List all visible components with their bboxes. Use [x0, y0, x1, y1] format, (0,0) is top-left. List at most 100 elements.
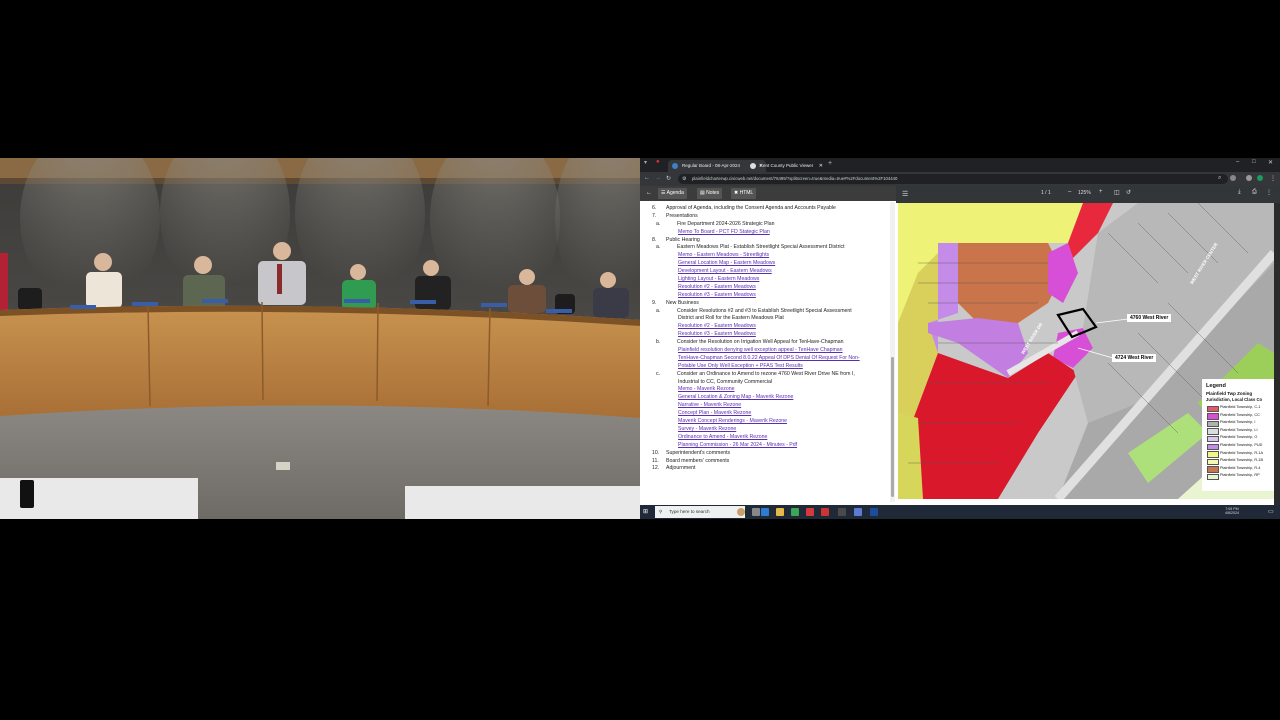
new-tab-button[interactable]: +	[828, 160, 832, 167]
maximize-icon[interactable]: □	[1252, 159, 1256, 165]
agenda-link[interactable]: Survey - Maverik Rezone	[652, 426, 888, 434]
agenda-item: a. Fire Department 2024-2026 Strategic Pl…	[652, 221, 888, 229]
tab-search-icon[interactable]: ▾	[644, 159, 647, 166]
notes-button[interactable]: ▤ Notes	[697, 188, 723, 199]
agenda-link-text[interactable]: Resolution #3 - Eastern Meadows	[678, 331, 756, 339]
agenda-link[interactable]: General Location Map - Eastern Meadows	[652, 260, 888, 268]
pdf-toolbar: ☰ 1 / 1 – 125% + ◫ ↺ ⤓ ⎙ ⋮	[896, 186, 1280, 203]
agenda-link[interactable]: TenHave-Chapman Second 8.0.22 Appeal Of …	[652, 355, 888, 363]
agenda-link[interactable]: Maverik Concept Renderings - Maverik Rez…	[652, 418, 888, 426]
more-icon[interactable]: ⋮	[1266, 189, 1272, 196]
agenda-link-text[interactable]: TenHave-Chapman Second 8.0.22 Appeal Of …	[678, 355, 860, 363]
agenda-link[interactable]: Memo To Board - PCT FD Stategic Plan	[652, 229, 888, 237]
legend-items: Plainfield Township, C-1 Plainfield Towns…	[1202, 404, 1274, 481]
agenda-link-text[interactable]: Memo - Maverik Rezone	[678, 386, 735, 394]
document-scrollbar[interactable]	[890, 202, 895, 502]
reload-icon[interactable]: ↻	[666, 175, 671, 182]
system-clock[interactable]: 7:05 PM 4/8/2024	[1225, 507, 1239, 516]
agenda-link[interactable]: Memo - Maverik Rezone	[652, 386, 888, 394]
agenda-link[interactable]: Ordinance to Amend - Maverik Rezone	[652, 434, 888, 442]
agenda-link[interactable]: Potable Use Only Well Exception + PFAS T…	[652, 363, 888, 371]
app-icon[interactable]	[821, 508, 829, 516]
profile-avatar[interactable]	[1257, 175, 1263, 181]
minimize-icon[interactable]: –	[1236, 159, 1239, 165]
rotate-icon[interactable]: ↺	[1126, 189, 1131, 196]
chrome-icon[interactable]	[791, 508, 799, 516]
agenda-link[interactable]: Resolution #3 - Eastern Meadows	[652, 292, 888, 300]
notification-icon[interactable]: ▭	[1268, 508, 1274, 515]
task-view-icon[interactable]	[752, 508, 760, 516]
fit-page-icon[interactable]: ◫	[1114, 189, 1120, 196]
app-icon[interactable]	[838, 508, 846, 516]
agenda-button[interactable]: ☰ Agenda	[658, 188, 687, 199]
pdf-scrollbar[interactable]	[1274, 203, 1280, 505]
teams-icon[interactable]	[854, 508, 862, 516]
browser-tab-bar: ▾ ● Regular Board - 08-Apr-2024 ✕ Kent C…	[640, 158, 1280, 172]
agenda-link[interactable]: Development Layout - Eastern Meadows	[652, 268, 888, 276]
agenda-link-text[interactable]: Concept Plan - Maverik Rezone	[678, 410, 751, 418]
agenda-link-text[interactable]: Survey - Maverik Rezone	[678, 426, 736, 434]
file-explorer-icon[interactable]	[776, 508, 784, 516]
back-icon[interactable]: ←	[644, 175, 650, 181]
legend-label: Plainfield Township, RP	[1220, 473, 1260, 478]
acrobat-icon[interactable]	[806, 508, 814, 516]
agenda-item: 8. Public Hearing	[652, 237, 888, 245]
scrollbar-thumb[interactable]	[891, 357, 894, 497]
agenda-link-text[interactable]: Plainfield resolution denying well excep…	[678, 347, 843, 355]
agenda-link-text[interactable]: Planning Commission - 26 Mar 2024 - Minu…	[678, 442, 797, 450]
agenda-link-text[interactable]: Ordinance to Amend - Maverik Rezone	[678, 434, 767, 442]
agenda-link-text[interactable]: Memo - Eastern Meadows - Streetlights	[678, 252, 769, 260]
zoom-in-icon[interactable]: +	[1099, 189, 1103, 195]
legend-label: Plainfield Township, LI	[1220, 427, 1258, 432]
word-icon[interactable]	[870, 508, 878, 516]
agenda-link-text[interactable]: Narrative - Maverik Rezone	[678, 402, 741, 410]
back-arrow-icon[interactable]: ←	[643, 188, 655, 199]
agenda-link[interactable]: Memo - Eastern Meadows - Streetlights	[652, 252, 888, 260]
agenda-item-text: District and Roll for the Eastern Meadow…	[678, 315, 784, 322]
agenda-link-text[interactable]: Resolution #2 - Eastern Meadows	[678, 323, 756, 331]
agenda-link-text[interactable]: Resolution #2 - Eastern Meadows	[678, 284, 756, 292]
agenda-link[interactable]: Resolution #2 - Eastern Meadows	[652, 323, 888, 331]
civicweb-favicon-icon	[672, 163, 678, 169]
agenda-link-text[interactable]: Resolution #3 - Eastern Meadows	[678, 292, 756, 300]
agenda-link[interactable]: Resolution #2 - Eastern Meadows	[652, 284, 888, 292]
edge-icon[interactable]	[761, 508, 769, 516]
zoom-out-icon[interactable]: –	[1068, 189, 1071, 195]
html-button[interactable]: ✖ HTML	[731, 188, 757, 199]
agenda-link[interactable]: Concept Plan - Maverik Rezone	[652, 410, 888, 418]
pdf-zoom-level[interactable]: 125%	[1078, 190, 1091, 196]
tab-kent-county[interactable]: Kent County Public Viewer ✕	[746, 160, 826, 172]
agenda-link-text[interactable]: Development Layout - Eastern Meadows	[678, 268, 772, 276]
print-icon[interactable]: ⎙	[1252, 189, 1257, 196]
pdf-menu-icon[interactable]: ☰	[902, 190, 908, 198]
agenda-link-text[interactable]: General Location Map - Eastern Meadows	[678, 260, 775, 268]
agenda-link-text[interactable]: General Location & Zoning Map - Maverik …	[678, 394, 793, 402]
agenda-link[interactable]: Plainfield resolution denying well excep…	[652, 347, 888, 355]
agenda-link[interactable]: Lighting Layout - Eastern Meadows	[652, 276, 888, 284]
windows-start-icon[interactable]: ⊞	[643, 508, 648, 515]
menu-icon[interactable]: ⋮	[1270, 175, 1276, 182]
pdf-page-indicator[interactable]: 1 / 1	[1041, 190, 1051, 196]
zoom-icon[interactable]: ⌕	[1218, 175, 1221, 182]
search-highlight-icon[interactable]	[737, 508, 745, 516]
agenda-link-text[interactable]: Maverik Concept Renderings - Maverik Rez…	[678, 418, 787, 426]
agenda-link[interactable]: General Location & Zoning Map - Maverik …	[652, 394, 888, 402]
map-label-4724: 4724 West River	[1112, 354, 1157, 362]
agenda-link[interactable]: Planning Commission - 26 Mar 2024 - Minu…	[652, 442, 888, 450]
share-icon[interactable]	[1230, 175, 1236, 181]
agenda-link[interactable]: Narrative - Maverik Rezone	[652, 402, 888, 410]
url-field[interactable]: ⚙ plainfieldcharterwp.civicweb.net/docum…	[678, 174, 1228, 184]
site-info-icon[interactable]: ⚙	[682, 174, 686, 184]
forward-icon[interactable]: →	[655, 175, 661, 181]
agenda-link-text[interactable]: Lighting Layout - Eastern Meadows	[678, 276, 759, 284]
agenda-link-text[interactable]: Potable Use Only Well Exception + PFAS T…	[678, 363, 803, 371]
close-window-icon[interactable]: ✕	[1268, 159, 1273, 166]
taskbar-search[interactable]: ⚲ Type here to search	[655, 506, 745, 518]
download-icon[interactable]: ⤓	[1238, 189, 1241, 196]
close-tab-icon[interactable]: ✕	[819, 160, 823, 172]
sidepanel-icon[interactable]	[1246, 175, 1252, 181]
zoning-map[interactable]: 4760 West River 4724 West River WEST RIV…	[898, 203, 1274, 499]
legend-label: Plainfield Township, I	[1220, 420, 1256, 425]
agenda-link[interactable]: Resolution #3 - Eastern Meadows	[652, 331, 888, 339]
agenda-link-text[interactable]: Memo To Board - PCT FD Stategic Plan	[678, 229, 770, 237]
